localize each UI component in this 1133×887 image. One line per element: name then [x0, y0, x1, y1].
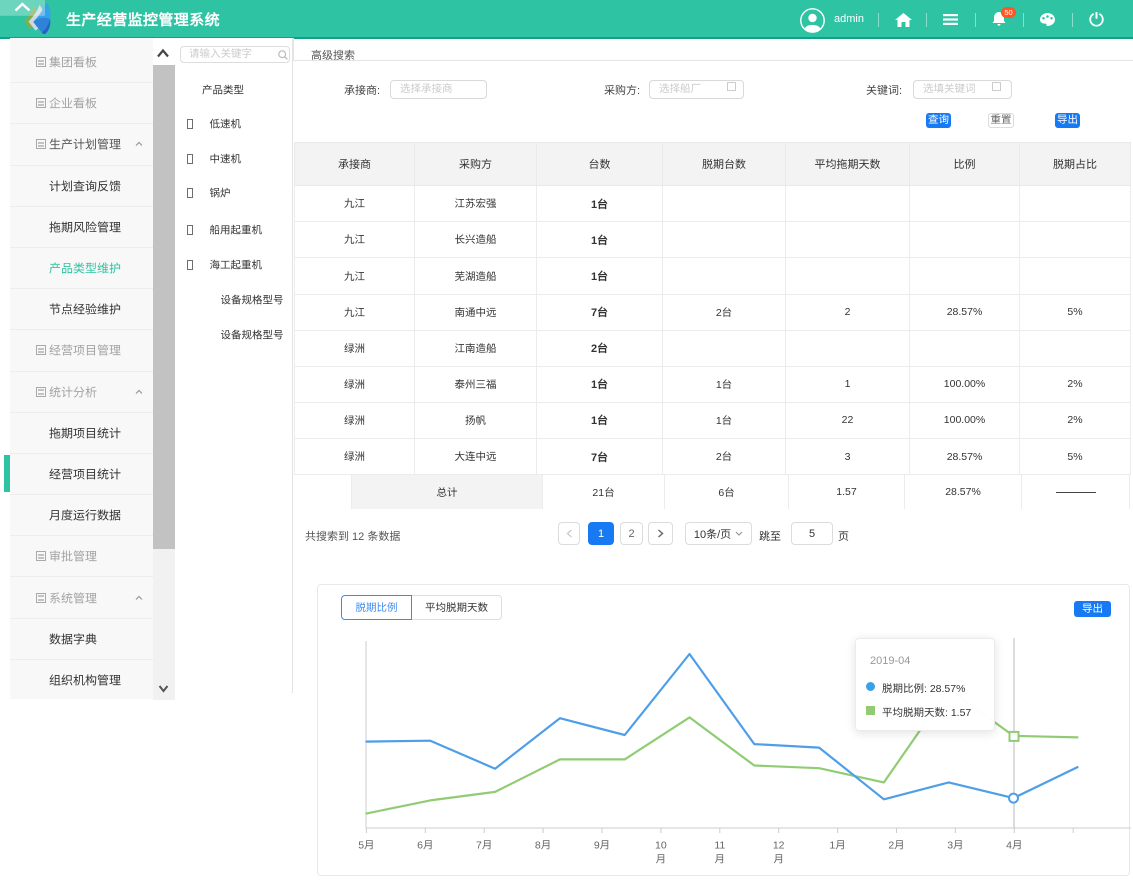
svg-text:8月: 8月 [535, 840, 551, 852]
svg-text:3月: 3月 [947, 840, 963, 852]
svg-text:月: 月 [656, 854, 667, 866]
svg-text:2月: 2月 [888, 840, 904, 852]
svg-text:11: 11 [714, 840, 725, 852]
svg-text:9月: 9月 [594, 840, 610, 852]
svg-text:6月: 6月 [417, 840, 433, 852]
svg-text:5月: 5月 [358, 840, 374, 852]
svg-text:10: 10 [655, 840, 667, 852]
svg-text:月: 月 [715, 854, 726, 866]
svg-text:4月: 4月 [1006, 840, 1022, 852]
svg-text:1月: 1月 [829, 840, 845, 852]
svg-text:12: 12 [773, 840, 785, 852]
svg-text:月: 月 [773, 854, 784, 866]
svg-text:7月: 7月 [476, 840, 492, 852]
